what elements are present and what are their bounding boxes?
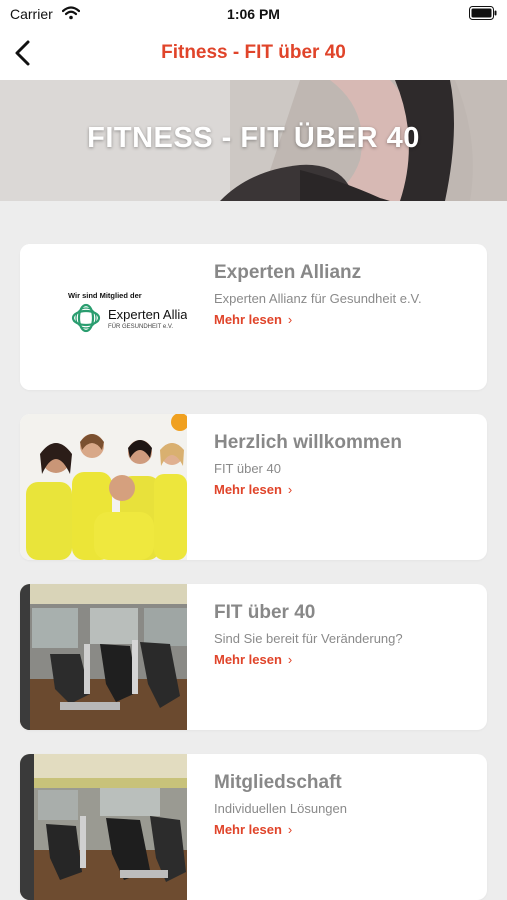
read-more-link[interactable]: Mehr lesen › [214, 482, 292, 497]
gym-photo [20, 584, 187, 730]
card-thumbnail: Wir sind Mitglied der Experten Allia FÜR… [20, 244, 187, 390]
card-subtitle: Experten Allianz für Gesundheit e.V. [214, 291, 422, 306]
read-more-label: Mehr lesen [214, 482, 282, 497]
read-more-link[interactable]: Mehr lesen › [214, 822, 292, 837]
team-photo [20, 414, 187, 560]
logo-caption: Wir sind Mitglied der [68, 291, 142, 300]
read-more-label: Mehr lesen [214, 652, 282, 667]
page-title: Fitness - FIT über 40 [161, 42, 346, 63]
chevron-right-icon: › [287, 822, 293, 837]
card-subtitle: FIT über 40 [214, 461, 281, 476]
card-fit-ueber-40[interactable]: FIT über 40 Sind Sie bereit für Veränder… [20, 584, 487, 730]
nav-bar: Fitness - FIT über 40 [0, 28, 507, 80]
status-time: 1:06 PM [227, 6, 280, 22]
read-more-label: Mehr lesen [214, 822, 282, 837]
card-herzlich-willkommen[interactable]: Herzlich willkommen FIT über 40 Mehr les… [20, 414, 487, 560]
card-title: Mitgliedschaft [214, 772, 342, 793]
battery-icon [469, 6, 497, 20]
card-title: Herzlich willkommen [214, 432, 402, 453]
status-bar: Carrier 1:06 PM [0, 0, 507, 28]
read-more-label: Mehr lesen [214, 312, 282, 327]
chevron-left-icon [15, 40, 30, 66]
logo-name: Experten Allia [108, 307, 187, 322]
hero-banner: FITNESS - FIT ÜBER 40 [0, 80, 507, 201]
chevron-right-icon: › [287, 482, 293, 497]
card-title: Experten Allianz [214, 262, 362, 283]
back-button[interactable] [8, 38, 40, 70]
card-mitgliedschaft[interactable]: Mitgliedschaft Individuellen Lösungen Me… [20, 754, 487, 900]
chevron-right-icon: › [287, 312, 293, 327]
card-title: FIT über 40 [214, 602, 316, 623]
card-thumbnail [20, 584, 187, 730]
logo-sub: FÜR GESUNDHEIT e.V. [108, 324, 174, 330]
gym-floor-photo [20, 754, 187, 900]
card-experten-allianz[interactable]: Wir sind Mitglied der Experten Allia FÜR… [20, 244, 487, 390]
read-more-link[interactable]: Mehr lesen › [214, 652, 292, 667]
hero-title: FITNESS - FIT ÜBER 40 [87, 122, 420, 154]
card-subtitle: Sind Sie bereit für Veränderung? [214, 631, 403, 646]
card-thumbnail [20, 414, 187, 560]
read-more-link[interactable]: Mehr lesen › [214, 312, 292, 327]
card-thumbnail [20, 754, 187, 900]
card-subtitle: Individuellen Lösungen [214, 801, 347, 816]
chevron-right-icon: › [287, 652, 293, 667]
